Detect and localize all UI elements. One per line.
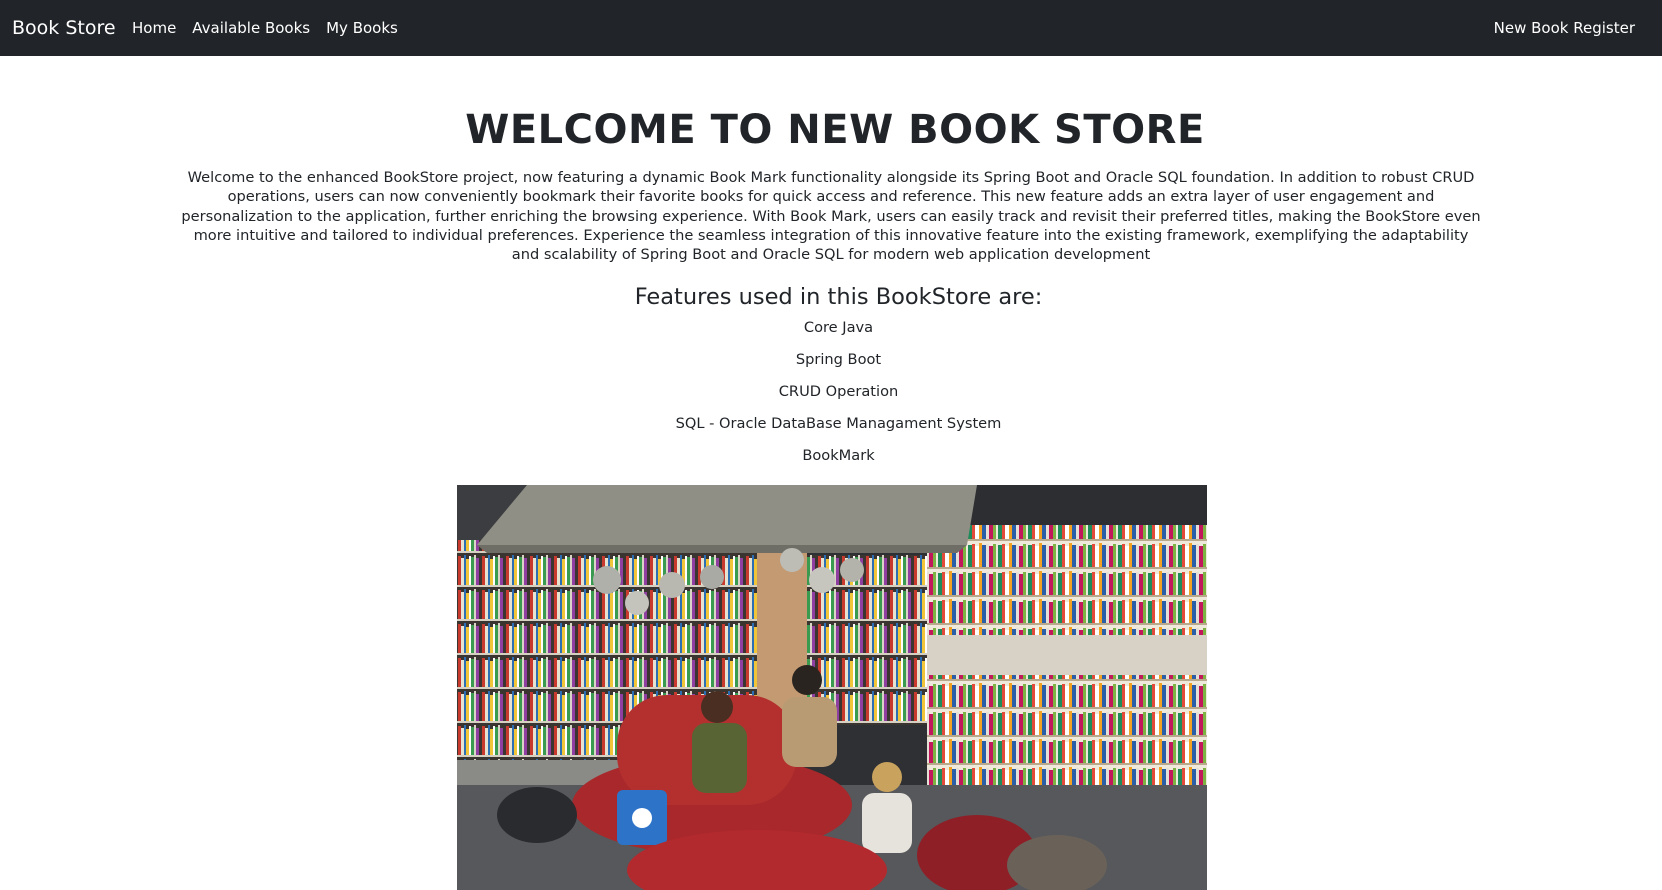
nav-link-available-books[interactable]: Available Books [192, 17, 310, 39]
nav-link-home[interactable]: Home [132, 17, 176, 39]
page-title: WELCOME TO NEW BOOK STORE [465, 107, 1205, 153]
feature-item: SQL - Oracle DataBase Managament System [675, 415, 1002, 433]
main-content: WELCOME TO NEW BOOK STORE Welcome to the… [0, 56, 1662, 478]
feature-item: BookMark [802, 447, 875, 465]
feature-item: Spring Boot [795, 351, 882, 369]
features-list: Core Java Spring Boot CRUD Operation SQL… [0, 318, 1662, 478]
features-heading: Features used in this BookStore are: [634, 284, 1043, 311]
navbar: Book Store Home Available Books My Books… [0, 0, 1662, 56]
bookstore-photo [457, 485, 1207, 890]
feature-item: CRUD Operation [778, 383, 899, 401]
nav-link-new-book-register[interactable]: New Book Register [1494, 17, 1635, 39]
brand-link[interactable]: Book Store [12, 14, 116, 42]
nav-links: Home Available Books My Books [132, 17, 398, 39]
intro-paragraph: Welcome to the enhanced BookStore projec… [181, 169, 1481, 264]
feature-item: Core Java [803, 319, 874, 337]
nav-link-my-books[interactable]: My Books [326, 17, 398, 39]
